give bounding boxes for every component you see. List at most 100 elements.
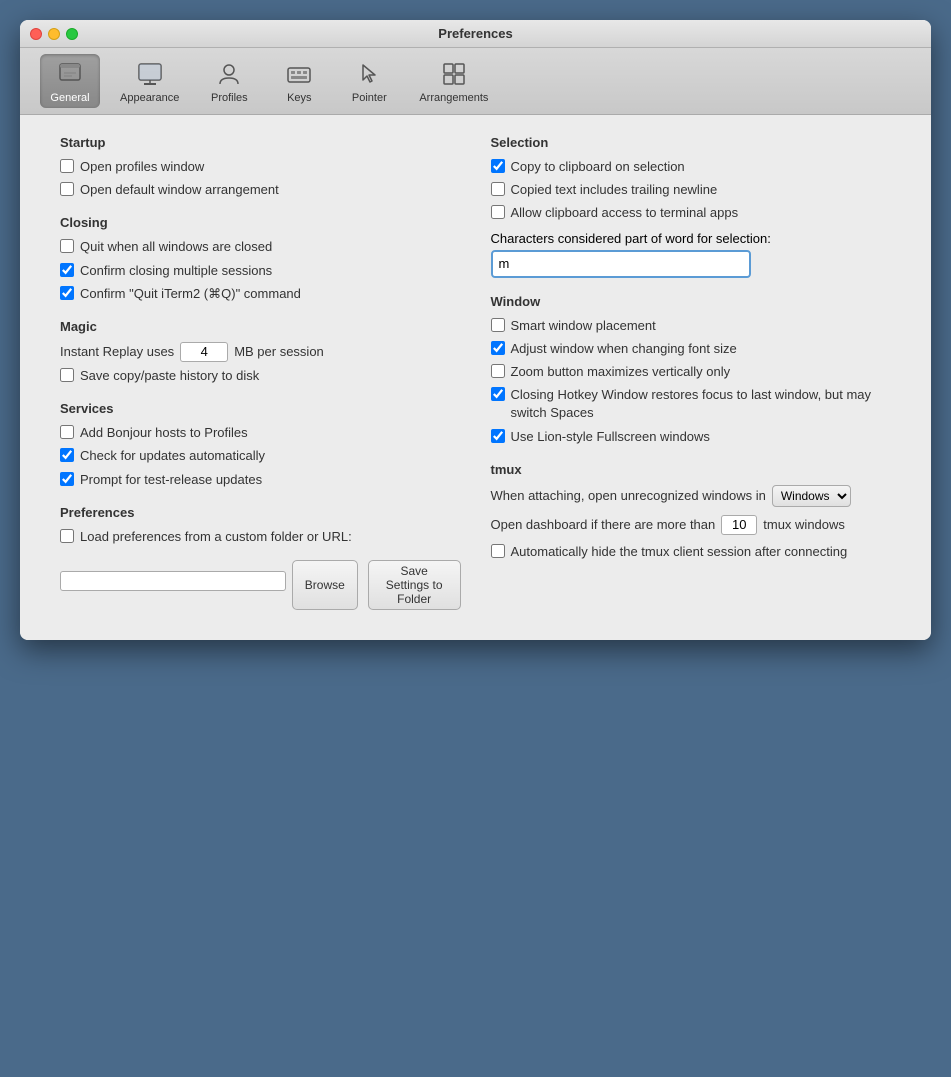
open-arrangement-label: Open default window arrangement [80, 181, 279, 199]
confirm-quit-checkbox[interactable] [60, 286, 74, 300]
open-arrangement-checkbox[interactable] [60, 182, 74, 196]
selection-title: Selection [491, 135, 892, 150]
preferences-buttons: Browse Save Settings to Folder [292, 560, 461, 610]
allow-clipboard-checkbox[interactable] [491, 205, 505, 219]
confirm-closing-checkbox[interactable] [60, 263, 74, 277]
tmux-attach-select[interactable]: Windows Tabs [772, 485, 851, 507]
window-title: Preferences [438, 26, 512, 41]
add-bonjour-checkbox[interactable] [60, 425, 74, 439]
toolbar-pointer[interactable]: Pointer [339, 54, 399, 108]
closing-hotkey-checkbox[interactable] [491, 387, 505, 401]
closing-hotkey-label: Closing Hotkey Window restores focus to … [511, 386, 892, 422]
window-section-title: Window [491, 294, 892, 309]
load-custom-row: Load preferences from a custom folder or… [60, 528, 461, 546]
smart-placement-checkbox[interactable] [491, 318, 505, 332]
tmux-dashboard-label1: Open dashboard if there are more than [491, 517, 716, 532]
content-area: Startup Open profiles window Open defaul… [20, 115, 931, 640]
chars-word-label: Characters considered part of word for s… [491, 231, 892, 246]
toolbar-appearance[interactable]: Appearance [110, 54, 189, 108]
toolbar-appearance-label: Appearance [120, 92, 179, 104]
copy-clipboard-checkbox[interactable] [491, 159, 505, 173]
save-settings-button[interactable]: Save Settings to Folder [368, 560, 461, 610]
lion-fullscreen-checkbox[interactable] [491, 429, 505, 443]
adjust-window-row: Adjust window when changing font size [491, 340, 892, 358]
toolbar-pointer-label: Pointer [352, 92, 387, 104]
open-profiles-row: Open profiles window [60, 158, 461, 176]
lion-fullscreen-label: Use Lion-style Fullscreen windows [511, 428, 710, 446]
toolbar-profiles-label: Profiles [211, 92, 248, 104]
tmux-title: tmux [491, 462, 892, 477]
copied-trailing-row: Copied text includes trailing newline [491, 181, 892, 199]
load-custom-label: Load preferences from a custom folder or… [80, 528, 352, 546]
titlebar: Preferences [20, 20, 931, 48]
appearance-icon [134, 58, 166, 90]
open-profiles-checkbox[interactable] [60, 159, 74, 173]
general-icon [54, 58, 86, 90]
copied-trailing-label: Copied text includes trailing newline [511, 181, 718, 199]
preferences-window: Preferences General [20, 20, 931, 640]
adjust-window-checkbox[interactable] [491, 341, 505, 355]
quit-all-label: Quit when all windows are closed [80, 238, 272, 256]
confirm-quit-label: Confirm "Quit iTerm2 (⌘Q)" command [80, 285, 301, 303]
startup-title: Startup [60, 135, 461, 150]
toolbar-arrangements-label: Arrangements [419, 92, 488, 104]
instant-replay-label2: MB per session [234, 344, 324, 359]
closing-title: Closing [60, 215, 461, 230]
pointer-icon [353, 58, 385, 90]
services-title: Services [60, 401, 461, 416]
check-updates-checkbox[interactable] [60, 448, 74, 462]
keys-icon [283, 58, 315, 90]
save-copy-paste-row: Save copy/paste history to disk [60, 367, 461, 385]
open-default-arrangement-row: Open default window arrangement [60, 181, 461, 199]
arrangements-icon [438, 58, 470, 90]
prompt-test-row: Prompt for test-release updates [60, 471, 461, 489]
instant-replay-label1: Instant Replay uses [60, 344, 174, 359]
smart-placement-row: Smart window placement [491, 317, 892, 335]
preferences-section-title: Preferences [60, 505, 461, 520]
instant-replay-input[interactable] [180, 342, 228, 362]
toolbar-general[interactable]: General [40, 54, 100, 108]
quit-all-closed-row: Quit when all windows are closed [60, 238, 461, 256]
tmux-dashboard-input[interactable] [721, 515, 757, 535]
auto-hide-label: Automatically hide the tmux client sessi… [511, 543, 848, 561]
prompt-test-checkbox[interactable] [60, 472, 74, 486]
magic-title: Magic [60, 319, 461, 334]
prompt-test-label: Prompt for test-release updates [80, 471, 262, 489]
quit-all-checkbox[interactable] [60, 239, 74, 253]
toolbar-arrangements[interactable]: Arrangements [409, 54, 498, 108]
minimize-button[interactable] [48, 28, 60, 40]
smart-placement-label: Smart window placement [511, 317, 656, 335]
browse-button[interactable]: Browse [292, 560, 358, 610]
load-custom-checkbox[interactable] [60, 529, 74, 543]
save-copy-label: Save copy/paste history to disk [80, 367, 259, 385]
close-button[interactable] [30, 28, 42, 40]
confirm-closing-label: Confirm closing multiple sessions [80, 262, 272, 280]
right-panel: Selection Copy to clipboard on selection… [491, 135, 892, 610]
maximize-button[interactable] [66, 28, 78, 40]
save-copy-checkbox[interactable] [60, 368, 74, 382]
chars-word-input[interactable] [491, 250, 751, 278]
traffic-lights [30, 28, 78, 40]
copied-trailing-checkbox[interactable] [491, 182, 505, 196]
tmux-attach-label1: When attaching, open unrecognized window… [491, 488, 766, 503]
preferences-url-input[interactable] [60, 571, 286, 591]
confirm-quit-row: Confirm "Quit iTerm2 (⌘Q)" command [60, 285, 461, 303]
toolbar-keys[interactable]: Keys [269, 54, 329, 108]
toolbar-general-label: General [50, 92, 89, 104]
zoom-vertically-row: Zoom button maximizes vertically only [491, 363, 892, 381]
preferences-url-row: Browse Save Settings to Folder [60, 552, 461, 610]
closing-hotkey-row: Closing Hotkey Window restores focus to … [491, 386, 892, 422]
toolbar-profiles[interactable]: Profiles [199, 54, 259, 108]
check-updates-row: Check for updates automatically [60, 447, 461, 465]
profiles-icon [213, 58, 245, 90]
allow-clipboard-row: Allow clipboard access to terminal apps [491, 204, 892, 222]
confirm-closing-row: Confirm closing multiple sessions [60, 262, 461, 280]
check-updates-label: Check for updates automatically [80, 447, 265, 465]
copy-clipboard-row: Copy to clipboard on selection [491, 158, 892, 176]
instant-replay-row: Instant Replay uses MB per session [60, 342, 461, 362]
auto-hide-row: Automatically hide the tmux client sessi… [491, 543, 892, 561]
zoom-vertically-checkbox[interactable] [491, 364, 505, 378]
allow-clipboard-label: Allow clipboard access to terminal apps [511, 204, 739, 222]
auto-hide-checkbox[interactable] [491, 544, 505, 558]
left-panel: Startup Open profiles window Open defaul… [60, 135, 461, 610]
